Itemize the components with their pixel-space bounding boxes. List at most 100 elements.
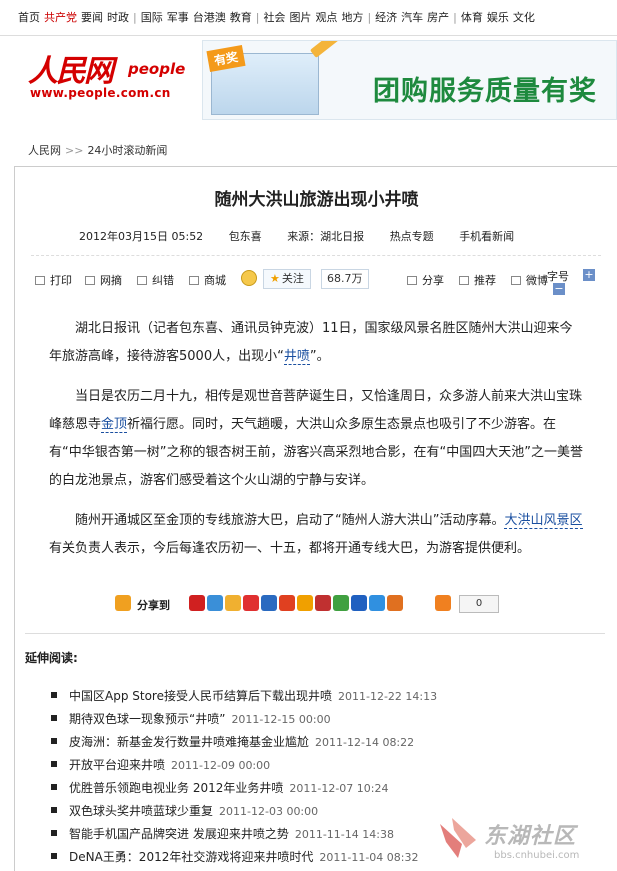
nav-politics[interactable]: 时政 <box>107 11 129 24</box>
nav-auto[interactable]: 汽车 <box>401 11 423 24</box>
nav-realestate[interactable]: 房产 <box>427 11 449 24</box>
sohu-share-icon[interactable] <box>315 595 331 611</box>
divider <box>25 633 605 634</box>
clip-button[interactable]: 网摘 <box>85 271 122 291</box>
keyword-link[interactable]: 井喷 <box>283 349 310 365</box>
share-label: 分享到 <box>137 599 170 612</box>
clip-icon <box>85 276 95 285</box>
paragraph-3: 随州开通城区至金顶的专线旅游大巴，启动了“随州人游大洪山”活动序幕。大洪山风景区… <box>49 513 583 556</box>
share-logo-icon <box>115 595 131 611</box>
share-button[interactable]: 分享 <box>407 271 444 291</box>
netease-share-icon[interactable] <box>387 595 403 611</box>
keyword-link[interactable]: 金顶 <box>101 417 128 433</box>
nav-photos[interactable]: 图片 <box>289 11 311 24</box>
renren-share-icon[interactable] <box>261 595 277 611</box>
bullet-icon <box>51 807 57 813</box>
breadcrumb-current[interactable]: 24小时滚动新闻 <box>87 144 167 157</box>
nav-local[interactable]: 地方 <box>341 11 363 24</box>
article-source: 来源：湖北日报 <box>287 230 365 243</box>
qzone-share-icon[interactable] <box>207 595 223 611</box>
recommend-button[interactable]: 推荐 <box>459 271 496 291</box>
bullet-icon <box>51 761 57 767</box>
watermark-logo-icon <box>440 818 476 858</box>
top-nav-row: 首页 共产党 要闻 时政 | 国际 军事 台港澳 教育 | 社会 图片 观点 地方 | 经济 汽车 房产 | 体育 娱乐… <box>18 11 535 24</box>
bullet-icon <box>51 853 57 859</box>
qq-share-icon[interactable] <box>225 595 241 611</box>
nav-home[interactable]: 首页 <box>18 11 40 24</box>
breadcrumb-home[interactable]: 人民网 <box>28 144 61 157</box>
breadcrumb-arrow: >> <box>65 144 84 157</box>
article-box: 随州大洪山旅游出现小井喷 2012年03月15日 05:52 包东喜 来源：湖北… <box>14 166 617 871</box>
bullet-icon <box>51 784 57 790</box>
paragraph-2: 当日是农历二月十九，相传是观世音菩萨诞生日，又恰逢周日，众多游人前来大洪山宝珠峰… <box>49 389 583 488</box>
paragraph-1: 湖北日报讯（记者包东喜、通讯员钟克波）11日，国家级风景名胜区随州大洪山迎来今年… <box>49 321 573 365</box>
nav-taiwan-hk-macau[interactable]: 台港澳 <box>193 11 226 24</box>
nav-news[interactable]: 要闻 <box>81 11 103 24</box>
bullet-icon <box>51 715 57 721</box>
print-button[interactable]: 打印 <box>35 271 72 291</box>
hot-topics-link[interactable]: 热点专题 <box>390 230 434 243</box>
logo-en: people <box>128 60 186 78</box>
watermark-url: bbs.cnhubei.com <box>494 850 580 861</box>
error-report-button[interactable]: 纠错 <box>137 271 174 291</box>
mall-button[interactable]: 商城 <box>189 271 226 291</box>
logo-cn: 人民网 <box>28 54 114 89</box>
nav-military[interactable]: 军事 <box>167 11 189 24</box>
baidu-share-icon[interactable] <box>351 595 367 611</box>
article-title: 随州大洪山旅游出现小井喷 <box>214 190 419 210</box>
related-heading: 延伸阅读: <box>25 651 78 665</box>
recommend-icon <box>459 276 469 285</box>
divider <box>31 255 601 256</box>
watermark-name: 东湖社区 <box>484 824 577 849</box>
watermark: 东湖社区 bbs.cnhubei.com <box>436 814 617 871</box>
nav-economy[interactable]: 经济 <box>375 11 397 24</box>
font-decrease-button[interactable]: − <box>553 283 565 295</box>
nav-society[interactable]: 社会 <box>263 11 285 24</box>
print-icon <box>35 276 45 285</box>
bullet-icon <box>51 830 57 836</box>
kaixin-share-icon[interactable] <box>279 595 295 611</box>
nav-party[interactable]: 共产党 <box>44 11 77 24</box>
font-increase-button[interactable]: + <box>583 269 595 281</box>
article-meta: 2012年03月15日 05:52 包东喜 来源：湖北日报 热点专题 手机看新闻 <box>79 228 536 244</box>
mall-icon <box>189 276 199 285</box>
logo-url: www.people.com.cn <box>30 86 171 100</box>
article-body: 湖北日报讯（记者包东喜、通讯员钟克波）11日，国家级风景名胜区随州大洪山迎来今年… <box>49 315 583 575</box>
article-date: 2012年03月15日 05:52 <box>79 230 204 243</box>
people-logo[interactable]: 人民网 people www.people.com.cn <box>28 46 188 106</box>
weibo-button[interactable]: 微博 <box>511 271 548 291</box>
clover-share-icon[interactable] <box>333 595 349 611</box>
banner-slogan: 团购服务质量有奖 <box>373 76 597 107</box>
keyword-link[interactable]: 大洪山风景区 <box>504 513 583 529</box>
more-share-icon[interactable] <box>435 595 451 611</box>
bullet-icon <box>51 738 57 744</box>
list-item[interactable]: 开放平台迎来井喷 2011-12-09 00:00 <box>51 754 611 777</box>
list-item[interactable]: 中国区App Store接受人民币结算后下载出现井喷 2011-12-22 14:… <box>51 685 611 708</box>
weibo-icon <box>511 276 521 285</box>
people-share-icon[interactable] <box>189 595 205 611</box>
follow-count: 68.7万 <box>321 269 369 289</box>
tqq-share-icon[interactable] <box>369 595 385 611</box>
error-icon <box>137 276 147 285</box>
douban-share-icon[interactable] <box>297 595 313 611</box>
nav-international[interactable]: 国际 <box>141 11 163 24</box>
share-count: 0 <box>459 595 499 613</box>
bullet-icon <box>51 692 57 698</box>
list-item[interactable]: 皮海洲：新基金发行数量井喷难掩基金业尴尬 2011-12-14 08:22 <box>51 731 611 754</box>
list-item[interactable]: 优胜普乐领跑电视业务 2012年业务井喷 2011-12-07 10:24 <box>51 777 611 800</box>
nav-sports[interactable]: 体育 <box>461 11 483 24</box>
article-author: 包东喜 <box>228 230 262 243</box>
top-nav: 首页 共产党 要闻 时政 | 国际 军事 台港澳 教育 | 社会 图片 观点 地方 | 经济 汽车 房产 | 体育 娱乐… <box>0 0 617 36</box>
nav-culture[interactable]: 文化 <box>513 11 535 24</box>
nav-opinion[interactable]: 观点 <box>315 11 337 24</box>
sina-weibo-share-icon[interactable] <box>243 595 259 611</box>
ad-banner[interactable]: 有奖 团购服务质量有奖 <box>202 40 617 120</box>
star-icon: ★ <box>270 272 280 285</box>
follow-button[interactable]: ★ 关注 <box>263 269 311 289</box>
banner-tag: 有奖 <box>206 45 246 72</box>
mobile-news-link[interactable]: 手机看新闻 <box>459 230 514 243</box>
list-item[interactable]: 期待双色球一现象预示“井喷” 2011-12-15 00:00 <box>51 708 611 731</box>
nav-education[interactable]: 教育 <box>230 11 252 24</box>
banner-thumbnail: 有奖 <box>206 45 319 115</box>
nav-entertainment[interactable]: 娱乐 <box>487 11 509 24</box>
